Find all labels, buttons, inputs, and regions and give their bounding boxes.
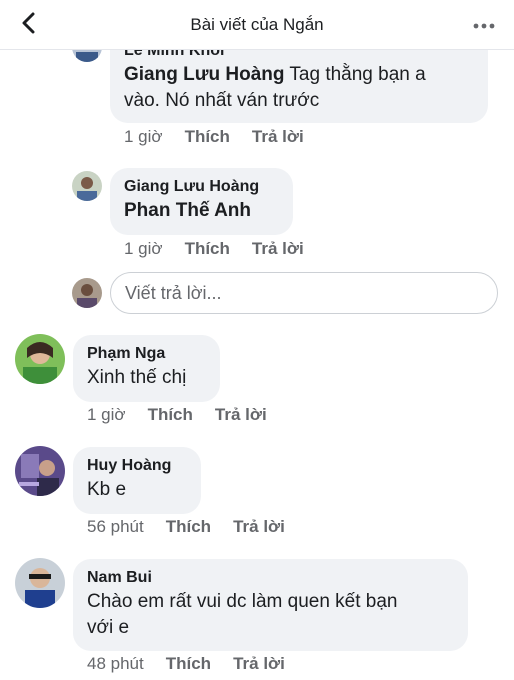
like-button[interactable]: Thích: [185, 239, 230, 259]
comment-actions: 1 giờ Thích Trả lời: [124, 239, 304, 259]
comment-bubble: Nam Bui Chào em rất vui dc làm quen kết …: [73, 559, 468, 651]
comment-text: Phan Thế Anh: [124, 200, 252, 221]
comment-bubble: Phạm Nga Xinh thế chị: [73, 335, 220, 402]
back-button[interactable]: [14, 10, 44, 40]
comment-actions: 1 giờ Thích Trả lời: [87, 405, 267, 425]
avatar[interactable]: [15, 558, 65, 608]
comment-author[interactable]: Nam Bui: [87, 567, 454, 589]
comment-text: Kb e: [87, 479, 127, 500]
comment-text-line: vào. Nó nhất ván trước: [124, 90, 320, 111]
comment-author[interactable]: Huy Hoàng: [87, 455, 187, 477]
avatar[interactable]: [72, 171, 102, 201]
comment-author[interactable]: Giang Lưu Hoàng: [124, 176, 279, 198]
like-button[interactable]: Thích: [185, 127, 230, 147]
comment-text: Giang Lưu Hoàng Tag thằng bạn a: [124, 62, 474, 88]
avatar: [72, 278, 102, 308]
comment-time[interactable]: 56 phút: [87, 517, 144, 537]
chevron-left-icon: [21, 12, 37, 39]
comment-actions: 56 phút Thích Trả lời: [87, 517, 285, 537]
reply-button[interactable]: Trả lời: [233, 654, 285, 674]
comment-actions: 1 giờ Thích Trả lời: [124, 127, 304, 147]
comment-actions: 48 phút Thích Trả lời: [87, 654, 285, 674]
comment-time[interactable]: 1 giờ: [124, 239, 163, 259]
avatar[interactable]: [15, 446, 65, 496]
like-button[interactable]: Thích: [148, 405, 193, 425]
page-title: Bài viết của Ngắn: [190, 14, 324, 34]
like-button[interactable]: Thích: [166, 654, 211, 674]
like-button[interactable]: Thích: [166, 517, 211, 537]
comment-time[interactable]: 48 phút: [87, 654, 144, 674]
reply-input[interactable]: [110, 272, 498, 314]
avatar[interactable]: [15, 334, 65, 384]
reply-button[interactable]: Trả lời: [215, 405, 267, 425]
reply-button[interactable]: Trả lời: [252, 239, 304, 259]
top-bar: Bài viết của Ngắn: [0, 0, 514, 50]
comment-text: Xinh thế chị: [87, 367, 187, 388]
reply-button[interactable]: Trả lời: [252, 127, 304, 147]
reply-button[interactable]: Trả lời: [233, 517, 285, 537]
comment-time[interactable]: 1 giờ: [87, 405, 126, 425]
comment-text-part: Tag thằng bạn a: [284, 64, 426, 85]
tagged-author[interactable]: Giang Lưu Hoàng: [124, 64, 284, 85]
comment-text-line: với e: [87, 617, 130, 638]
comment-bubble: Huy Hoàng Kb e: [73, 447, 201, 514]
comment-text: Chào em rất vui dc làm quen kết bạn: [87, 591, 398, 612]
more-dots-icon: [473, 16, 495, 34]
comment-time[interactable]: 1 giờ: [124, 127, 163, 147]
comment-bubble: Giang Lưu Hoàng Phan Thế Anh: [110, 168, 293, 235]
more-button[interactable]: [472, 13, 496, 37]
comment-author[interactable]: Phạm Nga: [87, 343, 206, 365]
